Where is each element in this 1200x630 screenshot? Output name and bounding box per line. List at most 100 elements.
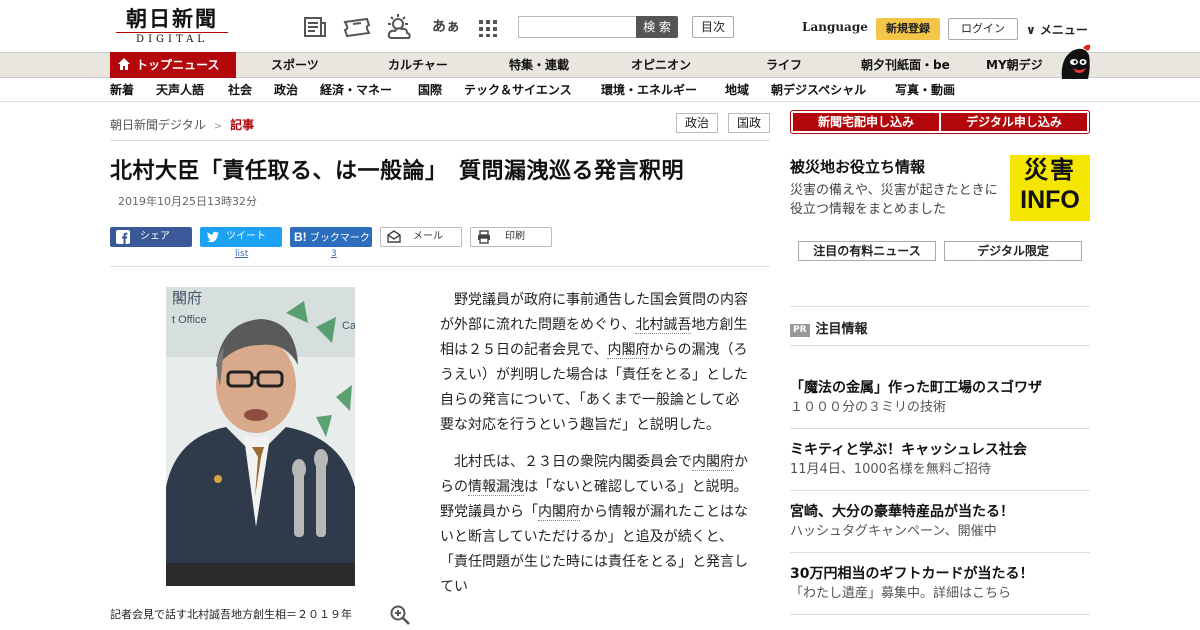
- divider: [790, 345, 1090, 346]
- ticket-icon[interactable]: [342, 14, 372, 40]
- subnav-item-tenseijingo[interactable]: 天声人語: [156, 78, 204, 102]
- twitter-icon: [207, 231, 219, 243]
- print-label: 印刷: [505, 231, 525, 242]
- pr-item[interactable]: 宮崎、大分の豪華特産品が当たる！ ハッシュタグキャンペーン、開催中: [790, 502, 1090, 542]
- breadcrumb-current: 記事: [230, 118, 255, 132]
- subnav-item-photo-video[interactable]: 写真・動画: [895, 78, 955, 102]
- pr-item-subtitle: 「わたし遺産」募集中。詳細はこちら: [790, 586, 1012, 601]
- pr-section-title: 注目情報: [815, 322, 868, 337]
- nav-item-sports[interactable]: スポーツ: [271, 53, 319, 77]
- newspaper-icon[interactable]: [302, 14, 328, 40]
- divider: [790, 428, 1090, 429]
- subnav-item-society[interactable]: 社会: [228, 78, 252, 102]
- divider: [790, 552, 1090, 553]
- pr-item[interactable]: 30万円相当のギフトカードが当たる！ 「わたし遺産」募集中。詳細はこちら: [790, 564, 1090, 604]
- digital-only-button[interactable]: デジタル限定: [944, 241, 1082, 261]
- tag-national-politics[interactable]: 国政: [728, 113, 770, 133]
- menu-button[interactable]: ∨ メニュー: [1026, 21, 1088, 38]
- subnav-item-international[interactable]: 国際: [418, 78, 442, 102]
- keyword-link[interactable]: 内閣府: [692, 454, 734, 471]
- keyword-link[interactable]: 情報漏洩: [468, 479, 524, 496]
- hatena-count-link[interactable]: 3: [331, 249, 337, 259]
- nav-item-life[interactable]: ライフ: [766, 53, 802, 77]
- subnav-item-economy[interactable]: 経済・マネー: [320, 78, 392, 102]
- article-photo[interactable]: 閣府 t Office Ca: [166, 287, 355, 586]
- disaster-badge-line1: 災害: [1024, 156, 1076, 184]
- hatena-bookmark-button[interactable]: B! ブックマーク: [290, 227, 372, 247]
- search-input[interactable]: [518, 16, 636, 38]
- breadcrumb-root[interactable]: 朝日新聞デジタル: [110, 118, 206, 132]
- nav-item-culture[interactable]: カルチャー: [388, 53, 448, 77]
- breadcrumb: 朝日新聞デジタル > 記事: [110, 116, 254, 133]
- divider: [110, 266, 770, 267]
- nav-item-opinion[interactable]: オピニオン: [631, 53, 691, 77]
- nav-item-features[interactable]: 特集・連載: [509, 53, 569, 77]
- twitter-list-link[interactable]: list: [235, 249, 248, 259]
- article-date: 2019年10月25日13時32分: [118, 195, 257, 208]
- tag-politics[interactable]: 政治: [676, 113, 718, 133]
- search-button[interactable]: 検 索: [636, 16, 678, 38]
- register-button[interactable]: 新規登録: [876, 18, 940, 40]
- pr-item[interactable]: ミキティと学ぶ！キャッシュレス社会 11月4日、1000名様を無料ご招待: [790, 440, 1090, 480]
- weather-icon[interactable]: [384, 14, 414, 40]
- digital-subscription-button[interactable]: デジタル申し込み: [941, 113, 1087, 131]
- primary-nav: トップニュース スポーツ カルチャー 特集・連載 オピニオン ライフ 朝夕刊紙面…: [0, 52, 1200, 78]
- paragraph-text: 北村氏は、２３日の衆院内閣委員会で: [454, 454, 692, 470]
- subnav-item-region[interactable]: 地域: [725, 78, 749, 102]
- pr-item-title: ミキティと学ぶ！キャッシュレス社会: [790, 442, 1027, 458]
- logo-main-text: 朝日新聞: [126, 6, 218, 31]
- pr-item-title: 30万円相当のギフトカードが当たる！: [790, 566, 1034, 582]
- subnav-item-special[interactable]: 朝デジスペシャル: [771, 78, 866, 102]
- logo-sub-text: DIGITAL: [116, 32, 228, 47]
- font-size-icon[interactable]: あぁ: [432, 14, 462, 40]
- zoom-in-icon[interactable]: [390, 605, 410, 625]
- keyword-link[interactable]: 北村誠吾: [635, 317, 692, 334]
- printer-icon: [478, 230, 490, 244]
- twitter-share-label: ツイート: [226, 231, 266, 242]
- breadcrumb-separator: >: [213, 121, 223, 132]
- article-title: 北村大臣「責任取る、は一般論」 質問漏洩巡る発言釈明: [110, 159, 685, 184]
- pr-item[interactable]: 「魔法の金属」作った町工場のスゴワザ １０００分の３ミリの技術: [790, 378, 1090, 418]
- login-button[interactable]: ログイン: [948, 18, 1018, 40]
- svg-text:閣府: 閣府: [172, 289, 202, 307]
- subnav-item-politics[interactable]: 政治: [274, 78, 298, 102]
- language-link[interactable]: Language: [802, 20, 868, 34]
- mail-share-label: メール: [413, 231, 443, 242]
- keyword-link[interactable]: 内閣府: [607, 342, 650, 359]
- pr-item-subtitle: １０００分の３ミリの技術: [790, 400, 947, 415]
- divider: [790, 306, 1090, 307]
- paid-news-button[interactable]: 注目の有料ニュース: [798, 241, 936, 261]
- svg-text:t Office: t Office: [172, 314, 207, 326]
- keyword-link[interactable]: 内閣府: [538, 504, 580, 521]
- subnav-item-environment[interactable]: 環境・エネルギー: [601, 78, 697, 102]
- nav-item-my-asadigi[interactable]: MY朝デジ: [986, 53, 1043, 77]
- subnav-item-latest[interactable]: 新着: [110, 78, 134, 102]
- mail-icon: [387, 230, 401, 243]
- divider: [110, 140, 770, 141]
- disaster-info-text: 災害の備えや、災害が起きたときに役立つ情報をまとめました: [790, 183, 998, 217]
- secondary-nav: 新着 天声人語 社会 政治 経済・マネー 国際 テック＆サイエンス 環境・エネル…: [0, 78, 1200, 102]
- facebook-share-label: シェア: [140, 231, 170, 242]
- site-logo[interactable]: 朝日新聞 DIGITAL: [116, 7, 228, 47]
- subnav-item-tech-science[interactable]: テック＆サイエンス: [464, 78, 572, 102]
- print-button[interactable]: 印刷: [470, 227, 552, 247]
- facebook-share-button[interactable]: シェア: [110, 227, 192, 247]
- pr-item-title: 「魔法の金属」作った町工場のスゴワザ: [790, 380, 1042, 396]
- pr-item-subtitle: ハッシュタグキャンペーン、開催中: [790, 524, 997, 539]
- article-body: 野党議員が政府に事前通告した国会質問の内容が外部に流れた問題をめぐり、北村誠吾地…: [440, 288, 752, 612]
- facebook-icon: [116, 230, 130, 244]
- mascot-icon[interactable]: [1058, 43, 1092, 79]
- pr-item-title: 宮崎、大分の豪華特産品が当たる！: [790, 504, 1014, 520]
- index-button[interactable]: 目次: [692, 16, 734, 38]
- nav-item-papers[interactable]: 朝夕刊紙面・be: [861, 53, 950, 77]
- subscription-box: 新聞宅配申し込み デジタル申し込み: [790, 110, 1090, 134]
- mail-share-button[interactable]: メール: [380, 227, 462, 247]
- newspaper-delivery-button[interactable]: 新聞宅配申し込み: [793, 113, 939, 131]
- grid-icon[interactable]: [478, 14, 498, 40]
- twitter-share-button[interactable]: ツイート: [200, 227, 282, 247]
- pr-item-subtitle: 11月4日、1000名様を無料ご招待: [790, 462, 991, 477]
- disaster-info-badge[interactable]: 災害 INFO: [1010, 155, 1090, 221]
- photo-caption: 記者会見で話す北村誠吾地方創生相＝２０１９年: [110, 608, 352, 621]
- nav-item-top-news[interactable]: トップニュース: [110, 52, 236, 78]
- disaster-info-title[interactable]: 被災地お役立ち情報: [790, 156, 925, 177]
